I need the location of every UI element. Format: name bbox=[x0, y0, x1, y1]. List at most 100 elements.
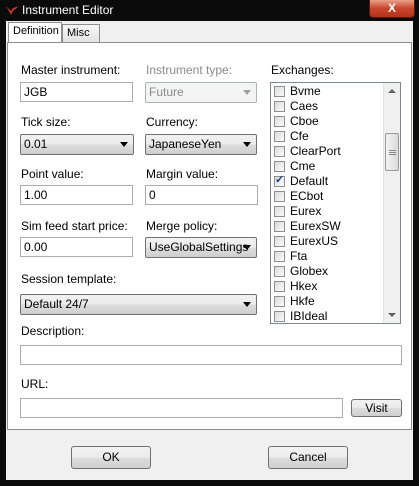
instrument-editor-window: Instrument Editor X Definition Misc Mast… bbox=[0, 0, 419, 486]
exchange-item[interactable]: Bvme bbox=[273, 84, 383, 99]
exchange-checkbox[interactable] bbox=[274, 266, 285, 277]
exchanges-list[interactable]: Bvme Caes Cboe Cfe ClearPort Cme ✓ Default ECbot… bbox=[270, 82, 401, 324]
arrow-down-icon bbox=[388, 313, 396, 317]
exchange-checkbox[interactable] bbox=[274, 86, 285, 97]
exchange-name: EurexSW bbox=[290, 219, 341, 233]
exchanges-label: Exchanges: bbox=[271, 63, 334, 77]
description-label: Description: bbox=[21, 324, 85, 338]
exchange-name: Globex bbox=[290, 264, 329, 278]
exchange-name: Caes bbox=[290, 99, 319, 113]
exchange-checkbox[interactable] bbox=[274, 146, 285, 157]
exchange-item[interactable]: EurexUS bbox=[273, 234, 383, 249]
exchange-checkbox[interactable] bbox=[274, 131, 285, 142]
exchange-checkbox[interactable] bbox=[274, 296, 285, 307]
close-button[interactable]: X bbox=[369, 0, 415, 18]
window-frame-bottom bbox=[0, 480, 419, 486]
exchange-item[interactable]: Cfe bbox=[273, 129, 383, 144]
tick-size-label: Tick size: bbox=[21, 115, 71, 129]
tab-definition[interactable]: Definition bbox=[8, 22, 62, 42]
exchange-item[interactable]: ClearPort bbox=[273, 144, 383, 159]
exchange-checkbox[interactable] bbox=[274, 311, 285, 322]
url-input[interactable] bbox=[20, 398, 343, 418]
scroll-up-button[interactable] bbox=[384, 83, 400, 100]
merge-policy-label: Merge policy: bbox=[146, 219, 218, 233]
chevron-down-icon bbox=[120, 142, 128, 147]
app-logo-icon bbox=[6, 6, 19, 15]
exchange-name: Cboe bbox=[290, 114, 319, 128]
tick-size-select[interactable]: 0.01 bbox=[20, 134, 134, 155]
description-input[interactable] bbox=[20, 345, 402, 365]
grip-line bbox=[389, 152, 396, 153]
session-template-value: Default 24/7 bbox=[24, 297, 89, 311]
exchange-checkbox[interactable] bbox=[274, 281, 285, 292]
point-value-label: Point value: bbox=[21, 167, 84, 181]
ok-button[interactable]: OK bbox=[71, 446, 151, 469]
exchange-name: Fta bbox=[290, 249, 308, 263]
exchange-name: ClearPort bbox=[290, 144, 341, 158]
chevron-down-icon bbox=[243, 245, 251, 250]
exchange-item[interactable]: Fta bbox=[273, 249, 383, 264]
master-instrument-label: Master instrument: bbox=[21, 63, 121, 77]
window-frame-right bbox=[413, 21, 419, 486]
chevron-down-icon bbox=[243, 90, 251, 95]
exchange-name: ECbot bbox=[290, 189, 324, 203]
cancel-button[interactable]: Cancel bbox=[268, 446, 348, 469]
scroll-down-button[interactable] bbox=[384, 306, 400, 323]
currency-value: JapaneseYen bbox=[149, 137, 222, 151]
instrument-type-value: Future bbox=[149, 85, 184, 99]
exchange-item[interactable]: Eurex bbox=[273, 204, 383, 219]
grip-line bbox=[389, 154, 396, 155]
exchange-checkbox[interactable]: ✓ bbox=[274, 174, 285, 187]
exchange-item[interactable]: Cboe bbox=[273, 114, 383, 129]
arrow-up-icon bbox=[388, 89, 396, 93]
exchange-checkbox[interactable] bbox=[274, 191, 285, 202]
exchange-item[interactable]: Hkfe bbox=[273, 294, 383, 309]
session-template-select[interactable]: Default 24/7 bbox=[20, 294, 257, 315]
exchange-name: Bvme bbox=[290, 84, 321, 98]
exchange-checkbox[interactable] bbox=[274, 221, 285, 232]
scroll-thumb[interactable] bbox=[385, 133, 399, 171]
currency-select[interactable]: JapaneseYen bbox=[145, 134, 257, 155]
margin-value-label: Margin value: bbox=[146, 167, 219, 181]
exchange-checkbox[interactable] bbox=[274, 161, 285, 172]
merge-policy-select[interactable]: UseGlobalSettings bbox=[145, 237, 257, 258]
exchange-checkbox[interactable] bbox=[274, 251, 285, 262]
tab-misc[interactable]: Misc bbox=[62, 24, 100, 42]
window-frame-left bbox=[0, 21, 6, 486]
exchange-item[interactable]: Hkex bbox=[273, 279, 383, 294]
window-title: Instrument Editor bbox=[22, 3, 114, 17]
visit-button[interactable]: Visit bbox=[351, 399, 402, 417]
exchange-checkbox[interactable] bbox=[274, 206, 285, 217]
exchange-item[interactable]: Cme bbox=[273, 159, 383, 174]
chevron-down-icon bbox=[243, 302, 251, 307]
exchanges-scrollbar[interactable] bbox=[383, 83, 400, 323]
sim-feed-start-price-input[interactable]: 0.00 bbox=[20, 237, 133, 257]
instrument-type-select[interactable]: Future bbox=[145, 82, 257, 103]
currency-label: Currency: bbox=[146, 115, 199, 129]
exchange-name: Hkex bbox=[290, 279, 318, 293]
exchange-item[interactable]: Caes bbox=[273, 99, 383, 114]
session-template-label: Session template: bbox=[21, 272, 117, 286]
exchange-name: EurexUS bbox=[290, 234, 339, 248]
margin-value-input[interactable]: 0 bbox=[145, 185, 258, 205]
exchange-checkbox[interactable] bbox=[274, 116, 285, 127]
url-label: URL: bbox=[21, 377, 49, 391]
merge-policy-value: UseGlobalSettings bbox=[149, 240, 249, 254]
title-bar[interactable]: Instrument Editor X bbox=[0, 0, 419, 21]
exchange-name: Cfe bbox=[290, 129, 309, 143]
exchange-item[interactable]: Globex bbox=[273, 264, 383, 279]
checkmark-icon: ✓ bbox=[275, 174, 285, 186]
exchange-name: Hkfe bbox=[290, 294, 315, 308]
exchange-name: Default bbox=[290, 174, 329, 188]
exchange-item[interactable]: EurexSW bbox=[273, 219, 383, 234]
exchange-checkbox[interactable] bbox=[274, 101, 285, 112]
point-value-input[interactable]: 1.00 bbox=[20, 185, 133, 205]
exchange-item[interactable]: IBIdeal bbox=[273, 309, 383, 323]
sim-feed-start-price-label: Sim feed start price: bbox=[21, 219, 128, 233]
exchange-checkbox[interactable] bbox=[274, 236, 285, 247]
exchange-item[interactable]: ✓ Default bbox=[273, 174, 383, 189]
exchange-name: IBIdeal bbox=[290, 309, 328, 323]
master-instrument-input[interactable]: JGB bbox=[20, 82, 133, 102]
exchange-item[interactable]: ECbot bbox=[273, 189, 383, 204]
tick-size-value: 0.01 bbox=[24, 137, 48, 151]
